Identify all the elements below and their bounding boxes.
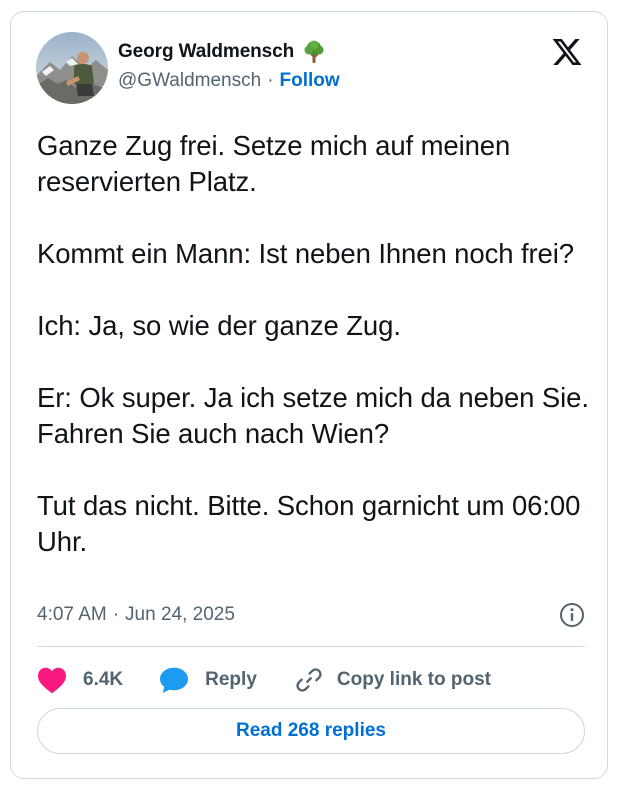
tweet-paragraph: Tut das nicht. Bitte. Schon garnicht um … <box>37 490 581 557</box>
author-name[interactable]: Georg Waldmensch <box>118 41 294 63</box>
timestamp-row: 4:07 AM · Jun 24, 2025 <box>37 600 585 630</box>
divider <box>37 646 585 647</box>
tweet-date[interactable]: Jun 24, 2025 <box>125 604 235 626</box>
tweet-paragraph: Ganze Zug frei. Setze mich auf meinen re… <box>37 130 511 197</box>
like-count: 6.4K <box>83 669 124 690</box>
tweet-paragraph: Er: Ok super. Ja ich setze mich da neben… <box>37 382 589 449</box>
tweet-paragraph: Kommt ein Mann: Ist neben Ihnen noch fre… <box>37 238 574 269</box>
reply-label: Reply <box>205 669 257 690</box>
tweet-time[interactable]: 4:07 AM <box>37 604 107 626</box>
author-name-row[interactable]: Georg Waldmensch <box>118 39 326 65</box>
separator: · <box>267 70 274 91</box>
author-handle[interactable]: @GWaldmensch <box>118 70 261 92</box>
tweet-text: Ganze Zug frei. Setze mich auf meinen re… <box>37 128 589 560</box>
handle-row: @GWaldmensch · Follow <box>118 70 340 92</box>
reply-button[interactable]: Reply <box>159 666 257 694</box>
link-icon <box>296 668 322 692</box>
tweet-paragraph: Ich: Ja, so wie der ganze Zug. <box>37 310 401 341</box>
separator: · <box>112 604 120 625</box>
avatar[interactable] <box>36 32 108 104</box>
action-bar: 6.4K Reply Copy link to post <box>37 660 491 700</box>
follow-button[interactable]: Follow <box>280 70 340 92</box>
tweet-card: Georg Waldmensch @GWaldmensch · Follow G… <box>10 11 608 779</box>
x-logo-icon[interactable] <box>551 36 583 68</box>
read-replies-button[interactable]: Read 268 replies <box>37 708 585 754</box>
like-button[interactable]: 6.4K <box>37 666 123 694</box>
copy-link-button[interactable]: Copy link to post <box>295 666 491 694</box>
speech-bubble-icon <box>160 667 189 693</box>
copy-link-label: Copy link to post <box>336 669 491 690</box>
info-icon[interactable] <box>559 602 585 628</box>
deciduous-tree-icon <box>302 40 326 64</box>
heart-icon <box>38 667 66 694</box>
